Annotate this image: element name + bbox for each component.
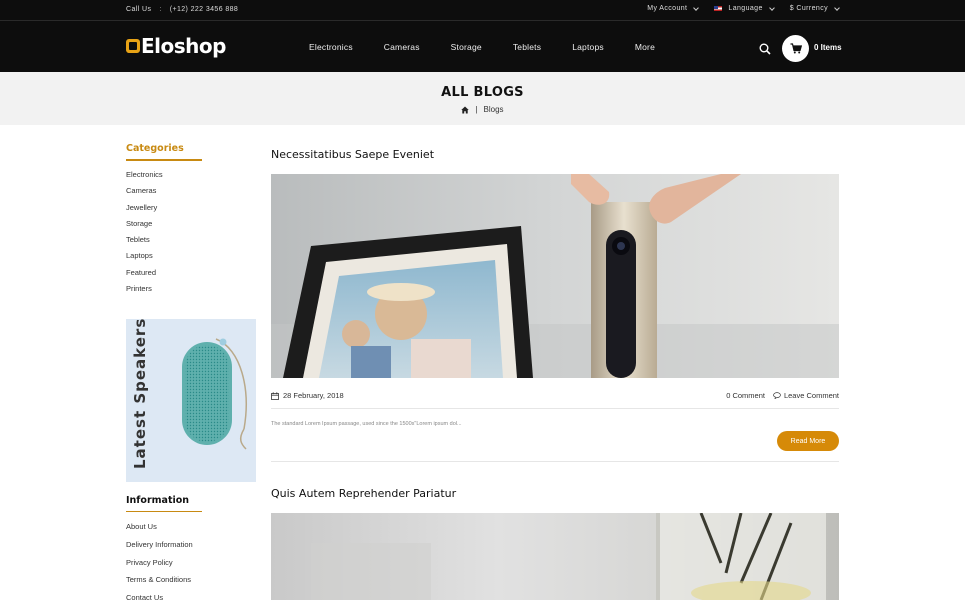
category-link[interactable]: Storage: [126, 216, 256, 232]
home-icon[interactable]: [461, 106, 470, 114]
sidebar-categories: Categories Electronics Cameras Jewellery…: [126, 143, 256, 297]
cart-icon: [790, 43, 802, 54]
breadcrumb-separator: |: [475, 105, 478, 114]
sidebar-information: Information About Us Delivery Informatio…: [126, 495, 256, 607]
page-title: ALL BLOGS: [441, 85, 524, 100]
post-date: 28 February, 2018: [271, 391, 344, 400]
top-bar: Call Us: (+12) 222 3456 888 My Account La…: [0, 0, 965, 21]
my-account-dropdown[interactable]: My Account: [647, 4, 700, 12]
info-link[interactable]: Privacy Policy: [126, 554, 256, 572]
logo[interactable]: Eloshop: [126, 36, 226, 56]
logo-text: Eloshop: [141, 34, 226, 58]
category-link[interactable]: Teblets: [126, 232, 256, 248]
nav-storage[interactable]: Storage: [451, 42, 482, 52]
chip-logo-icon: [126, 39, 140, 53]
contact-info: Call Us: (+12) 222 3456 888: [126, 6, 238, 13]
language-dropdown[interactable]: Language: [714, 4, 775, 12]
post-title[interactable]: Quis Autem Reprehender Pariatur: [271, 487, 456, 500]
main-header: Eloshop Electronics Cameras Storage Tebl…: [0, 21, 965, 72]
read-more-button[interactable]: Read More: [777, 431, 839, 451]
info-link[interactable]: Delivery Information: [126, 536, 256, 554]
post-title[interactable]: Necessitatibus Saepe Eveniet: [271, 148, 434, 161]
currency-dropdown[interactable]: $ Currency: [789, 4, 840, 12]
speaker-image: [182, 338, 247, 450]
call-separator: :: [159, 6, 162, 13]
category-link[interactable]: Printers: [126, 281, 256, 297]
page-banner: ALL BLOGS | Blogs: [0, 72, 965, 125]
cart-button[interactable]: [782, 35, 809, 62]
search-icon[interactable]: [759, 43, 771, 55]
chevron-down-icon: [693, 4, 700, 11]
breadcrumb: | Blogs: [0, 105, 965, 114]
nav-laptops[interactable]: Laptops: [572, 42, 604, 52]
calendar-icon: [271, 391, 279, 400]
leave-comment-label: Leave Comment: [783, 391, 839, 400]
my-account-label: My Account: [647, 5, 688, 12]
currency-label: $ Currency: [789, 5, 828, 12]
info-link[interactable]: About Us: [126, 518, 256, 536]
category-link[interactable]: Laptops: [126, 248, 256, 264]
category-link[interactable]: Electronics: [126, 167, 256, 183]
nav-teblets[interactable]: Teblets: [513, 42, 541, 52]
comment-count[interactable]: 0 Comment: [726, 391, 765, 400]
info-link[interactable]: Terms & Conditions: [126, 571, 256, 589]
post-meta: 28 February, 2018 0 Comment Leave Commen…: [271, 389, 839, 409]
post-divider: [271, 461, 839, 462]
post-image[interactable]: [271, 513, 839, 600]
categories-heading: Categories: [126, 143, 202, 161]
category-link[interactable]: Jewellery: [126, 200, 256, 216]
chevron-down-icon: [834, 4, 840, 11]
breadcrumb-current: Blogs: [483, 105, 504, 114]
category-link[interactable]: Featured: [126, 265, 256, 281]
call-label: Call Us: [126, 6, 152, 13]
info-link[interactable]: Contact Us: [126, 589, 256, 607]
nav-electronics[interactable]: Electronics: [309, 42, 353, 52]
comment-icon: [773, 392, 781, 399]
phone-number[interactable]: (+12) 222 3456 888: [170, 6, 239, 13]
camera-photo: [271, 174, 839, 378]
language-label: Language: [728, 5, 763, 12]
chevron-down-icon: [768, 4, 775, 11]
cart-count[interactable]: 0 Items: [814, 43, 842, 52]
category-link[interactable]: Cameras: [126, 183, 256, 199]
nav-cameras[interactable]: Cameras: [384, 42, 420, 52]
flag-icon: [714, 6, 723, 11]
information-heading: Information: [126, 495, 202, 512]
nav-more[interactable]: More: [635, 42, 655, 52]
vase-photo: [271, 513, 839, 600]
main-nav: Electronics Cameras Storage Teblets Lapt…: [309, 42, 655, 52]
post-excerpt: The standard Lorem Ipsum passage, used s…: [271, 421, 462, 427]
leave-comment-link[interactable]: Leave Comment: [773, 391, 839, 400]
promo-banner-speakers[interactable]: Latest Speakers: [126, 319, 256, 482]
post-image[interactable]: [271, 174, 839, 378]
post-date-text: 28 February, 2018: [283, 391, 344, 400]
